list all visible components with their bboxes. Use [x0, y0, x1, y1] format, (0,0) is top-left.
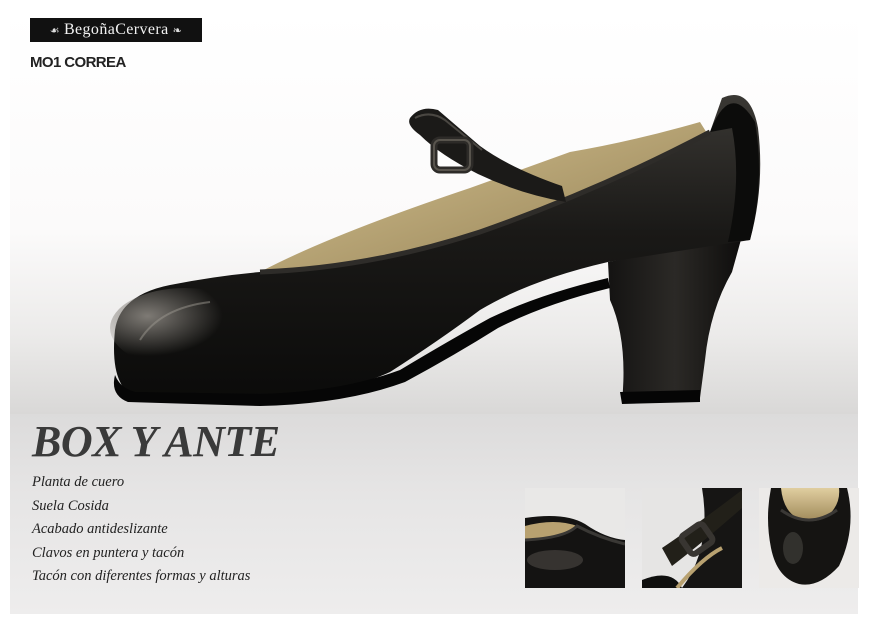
feature-item: Acabado antideslizante: [32, 521, 168, 537]
feature-item: Clavos en puntera y tacón: [32, 544, 185, 561]
feature-list: Planta de cuero Suela Cosida Acabado ant…: [32, 474, 250, 592]
feature-item: Tacón con diferentes formas y alturas: [32, 568, 251, 584]
thumbnail-front-view[interactable]: [759, 488, 859, 588]
product-title: BOX Y ANTE: [32, 417, 280, 466]
thumbnail-strap-buckle-detail[interactable]: [642, 488, 742, 588]
product-hero: ☙ BegoñaCervera ❧ MO1 CORREA: [10, 10, 858, 414]
feature-item: Planta de cuero: [32, 474, 125, 490]
page-footer: [0, 614, 870, 626]
product-info: BOX Y ANTE Planta de cuero Suela Cosida …: [10, 414, 859, 614]
thumbnail-toe-detail[interactable]: [525, 488, 625, 588]
feature-item: Suela Cosida: [32, 497, 109, 514]
shoe-image: [110, 94, 761, 406]
heel: [608, 236, 742, 402]
